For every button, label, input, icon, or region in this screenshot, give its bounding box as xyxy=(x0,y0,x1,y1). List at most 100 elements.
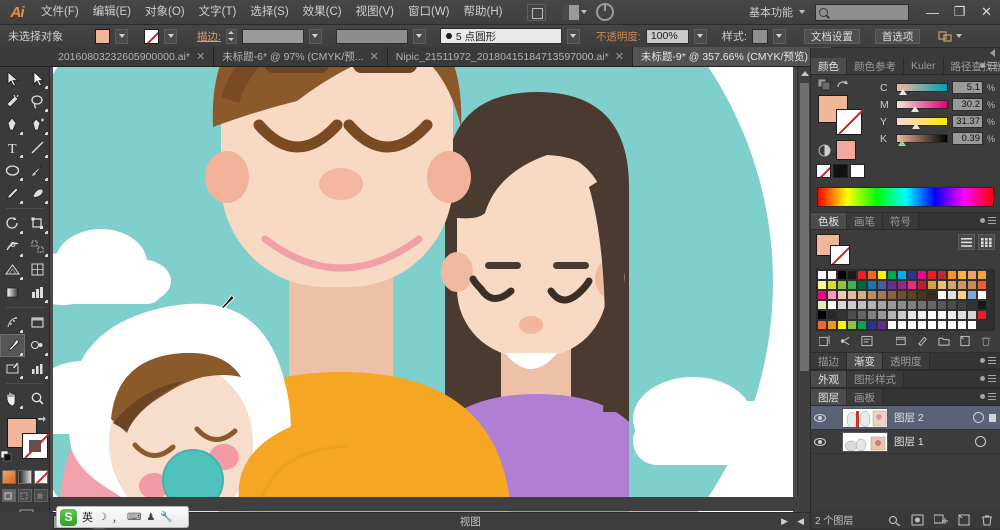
document-tab-3[interactable]: Nipic_21511972_20180415184713597000.ai* … xyxy=(387,47,633,66)
swatch-cell[interactable] xyxy=(957,320,967,330)
status-view-label[interactable]: 视图 xyxy=(159,514,781,529)
none-button[interactable] xyxy=(33,470,48,484)
layer-name[interactable]: 图层 2 xyxy=(888,410,967,425)
preferences-button[interactable]: 首选项 xyxy=(874,28,921,44)
swatch-cell[interactable] xyxy=(947,320,957,330)
swatch-cell[interactable] xyxy=(847,270,857,280)
delete-layer-icon[interactable] xyxy=(980,514,994,526)
swatches-stroke-swatch[interactable] xyxy=(830,245,850,265)
canvas-area[interactable] xyxy=(50,67,810,512)
slider-y[interactable] xyxy=(896,117,948,129)
bridge-button[interactable] xyxy=(527,3,547,21)
swatch-cell[interactable] xyxy=(947,300,957,310)
swatches-panel-menu-icon[interactable] xyxy=(980,217,996,224)
swatch-cell[interactable] xyxy=(857,270,867,280)
search-input[interactable] xyxy=(815,3,909,21)
locate-object-icon[interactable] xyxy=(888,514,902,526)
menu-help[interactable]: 帮助(H) xyxy=(457,0,510,25)
swatch-cell[interactable] xyxy=(977,290,987,300)
swatch-cell[interactable] xyxy=(837,310,847,320)
perspective-grid-tool[interactable] xyxy=(0,258,25,281)
restore-button[interactable]: ❐ xyxy=(946,0,973,25)
menu-object[interactable]: 对象(O) xyxy=(138,0,192,25)
swatch-cell[interactable] xyxy=(917,280,927,290)
column-graph-tool[interactable] xyxy=(25,281,50,304)
value-k[interactable]: 0.39 xyxy=(952,132,983,145)
none-swatch[interactable] xyxy=(816,164,831,178)
sogou-logo-icon[interactable]: S xyxy=(60,508,77,526)
swatch-cell[interactable] xyxy=(847,300,857,310)
color-button[interactable] xyxy=(1,470,16,484)
swatch-cell[interactable] xyxy=(927,310,937,320)
draw-behind-button[interactable] xyxy=(17,489,32,502)
swatch-cell[interactable] xyxy=(977,300,987,310)
current-color-preview[interactable] xyxy=(836,140,856,160)
swatch-cell[interactable] xyxy=(877,280,887,290)
stroke-weight-field[interactable] xyxy=(241,28,304,44)
swatch-cell[interactable] xyxy=(977,310,987,320)
swatch-cell[interactable] xyxy=(887,310,897,320)
dock-collapse-button[interactable] xyxy=(811,48,1000,58)
swatch-cell[interactable] xyxy=(977,270,987,280)
eyedropper-tool[interactable] xyxy=(0,334,25,357)
swatch-cell[interactable] xyxy=(887,270,897,280)
draw-normal-button[interactable] xyxy=(1,489,16,502)
swatch-cell[interactable] xyxy=(867,320,877,330)
tab-gradient[interactable]: 渐变 xyxy=(847,353,883,369)
swatch-cell[interactable] xyxy=(927,320,937,330)
keyboard-icon[interactable]: ⌨ xyxy=(127,512,141,523)
style-swatch[interactable] xyxy=(751,28,768,44)
make-clipping-mask-icon[interactable] xyxy=(911,514,925,526)
swatch-cell[interactable] xyxy=(857,290,867,300)
document-setup-button[interactable]: 文档设置 xyxy=(803,28,860,44)
swatch-cell[interactable] xyxy=(887,320,897,330)
swatch-cell[interactable] xyxy=(827,310,837,320)
swatch-cell[interactable] xyxy=(907,310,917,320)
swatch-cell[interactable] xyxy=(817,290,827,300)
swatch-cell[interactable] xyxy=(917,320,927,330)
swatch-options-icon[interactable] xyxy=(861,335,873,347)
menu-file[interactable]: 文件(F) xyxy=(34,0,86,25)
value-c[interactable]: 5.1 xyxy=(952,81,983,94)
artboard[interactable] xyxy=(53,67,793,512)
show-swatch-kinds-icon[interactable] xyxy=(840,335,852,347)
swatch-cell[interactable] xyxy=(877,320,887,330)
layer-row-1[interactable]: 图层 1 xyxy=(811,430,1000,454)
opacity-dropdown[interactable] xyxy=(693,28,707,44)
selection-tool[interactable] xyxy=(0,67,25,90)
gradient-button[interactable] xyxy=(17,470,32,484)
swatch-cell[interactable] xyxy=(867,290,877,300)
stroke-profile-dropdown[interactable] xyxy=(412,28,426,44)
swatch-cell[interactable] xyxy=(967,300,977,310)
swatch-cell[interactable] xyxy=(827,280,837,290)
slider-k[interactable] xyxy=(896,134,948,146)
swatch-cell[interactable] xyxy=(817,300,827,310)
swatch-cell[interactable] xyxy=(917,270,927,280)
zoom-tool[interactable] xyxy=(25,387,50,410)
swatch-cell[interactable] xyxy=(837,320,847,330)
swatch-cell[interactable] xyxy=(967,270,977,280)
menu-select[interactable]: 选择(S) xyxy=(243,0,295,25)
menu-type[interactable]: 文字(T) xyxy=(192,0,244,25)
punctuation-icon[interactable]: ， xyxy=(112,510,122,525)
fill-stroke-mini-icon[interactable] xyxy=(818,79,831,91)
close-icon[interactable]: ✕ xyxy=(370,50,379,63)
fill-dropdown[interactable] xyxy=(115,28,128,44)
layer-row-2[interactable]: 图层 2 xyxy=(811,406,1000,430)
layer-target-indicator[interactable] xyxy=(969,436,991,447)
tab-appearance[interactable]: 外观 xyxy=(811,371,847,387)
swatch-cell[interactable] xyxy=(897,320,907,330)
new-swatch-icon[interactable] xyxy=(959,335,971,347)
stroke-group-menu-icon[interactable] xyxy=(980,357,996,364)
canvas-vertical-scrollbar[interactable] xyxy=(797,67,810,512)
tab-transparency[interactable]: 透明度 xyxy=(883,353,930,369)
layer-name[interactable]: 图层 1 xyxy=(888,434,969,449)
lasso-tool[interactable] xyxy=(25,90,50,113)
swatch-cell[interactable] xyxy=(967,310,977,320)
slice-tool[interactable] xyxy=(0,357,25,380)
swatch-cell[interactable] xyxy=(947,280,957,290)
person-icon[interactable]: ♟ xyxy=(146,512,155,523)
minimize-button[interactable]: — xyxy=(919,0,946,25)
swatch-cell[interactable] xyxy=(937,270,947,280)
graph-tool[interactable] xyxy=(25,357,50,380)
